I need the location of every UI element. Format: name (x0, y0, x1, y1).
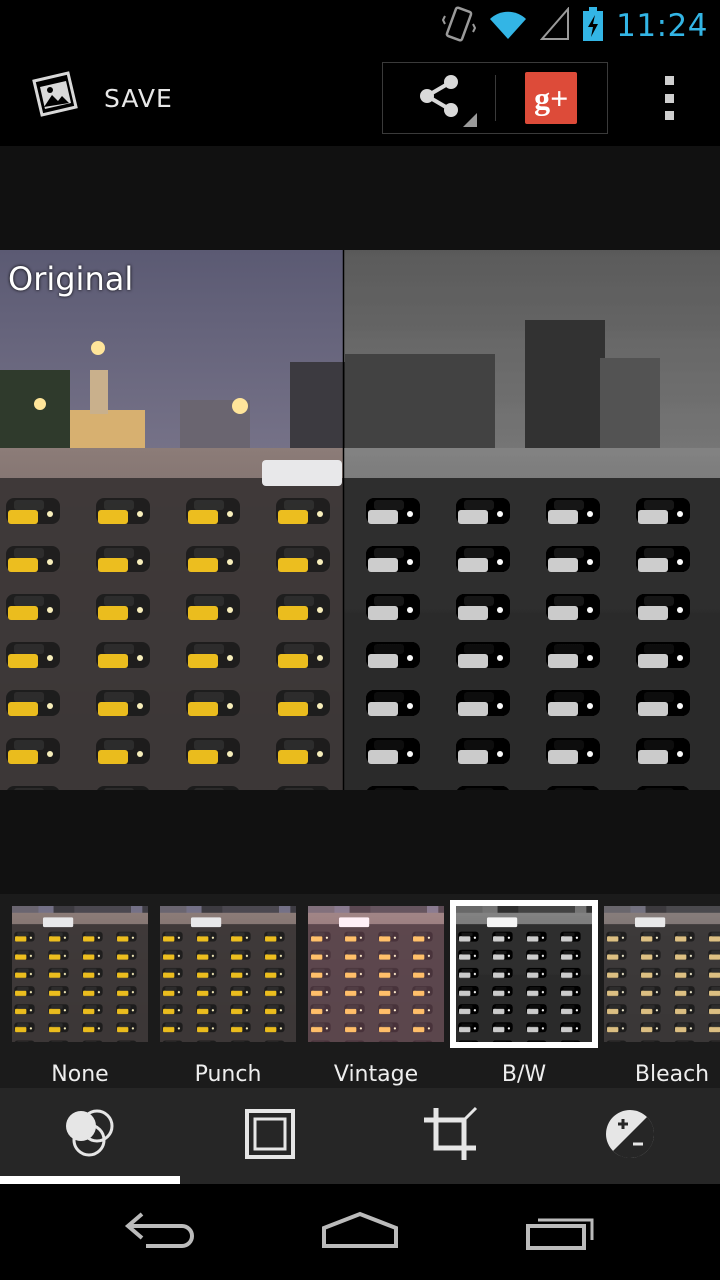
action-bar: SAVE g+ (0, 50, 720, 146)
filter-label: B/W (501, 1062, 547, 1087)
share-button[interactable] (383, 63, 495, 133)
share-icon (415, 72, 463, 124)
filter-thumbnail (450, 900, 598, 1048)
overflow-menu-icon[interactable] (654, 76, 684, 120)
frame-icon (245, 1109, 295, 1163)
filter-label: None (51, 1062, 109, 1087)
filter-bleach[interactable]: Bleach (604, 906, 720, 1087)
photo-compare-view[interactable]: Original (0, 250, 720, 790)
google-plus-glyph: g+ (534, 80, 569, 116)
photo-editor: Original (0, 146, 720, 894)
filter-label: Punch (194, 1062, 262, 1087)
recent-apps-icon (526, 1210, 598, 1254)
battery-charging-icon (582, 7, 604, 45)
exposure-icon (603, 1107, 657, 1165)
dropdown-corner-icon (462, 113, 477, 127)
save-label: SAVE (104, 83, 173, 113)
active-tool-indicator (0, 1176, 180, 1184)
photo (0, 250, 720, 790)
filters-icon (59, 1106, 121, 1166)
back-button[interactable] (100, 1202, 220, 1262)
wifi-icon (488, 7, 528, 45)
photo-edit-icon (28, 69, 82, 127)
filter-punch[interactable]: Punch (160, 906, 296, 1087)
save-button[interactable]: SAVE (28, 62, 173, 134)
back-icon (124, 1210, 196, 1254)
cell-signal-icon (539, 6, 570, 45)
filter-thumbnail (308, 906, 444, 1042)
status-icons: 11:24 (442, 6, 708, 46)
google-plus-icon: g+ (525, 72, 578, 124)
share-group: g+ (382, 62, 608, 134)
navigation-bar (0, 1184, 720, 1280)
clock: 11:24 (616, 8, 708, 44)
original-label: Original (8, 260, 134, 298)
editor-toolbar (0, 1088, 720, 1184)
tool-frame[interactable] (180, 1088, 360, 1184)
crop-icon (422, 1106, 478, 1166)
home-button[interactable] (300, 1202, 420, 1262)
recent-apps-button[interactable] (502, 1202, 622, 1262)
filter-vintage[interactable]: Vintage (308, 906, 444, 1087)
tool-crop[interactable] (360, 1088, 540, 1184)
home-icon (322, 1210, 398, 1254)
google-plus-button[interactable]: g+ (496, 63, 608, 133)
tool-exposure[interactable] (540, 1088, 720, 1184)
filter-bw[interactable]: B/W (450, 900, 598, 1087)
filter-label: Bleach (634, 1062, 710, 1087)
tool-filters[interactable] (0, 1088, 180, 1184)
vibrate-icon (442, 6, 477, 46)
filter-thumbnail (604, 906, 720, 1042)
filter-none[interactable]: None (12, 906, 148, 1087)
filter-thumbnail (160, 906, 296, 1042)
filter-thumbnail (12, 906, 148, 1042)
filter-label: Vintage (333, 1062, 419, 1087)
status-bar: 11:24 (0, 0, 720, 50)
filter-strip: None Punch Vintage B/W Bleach (0, 894, 720, 1088)
